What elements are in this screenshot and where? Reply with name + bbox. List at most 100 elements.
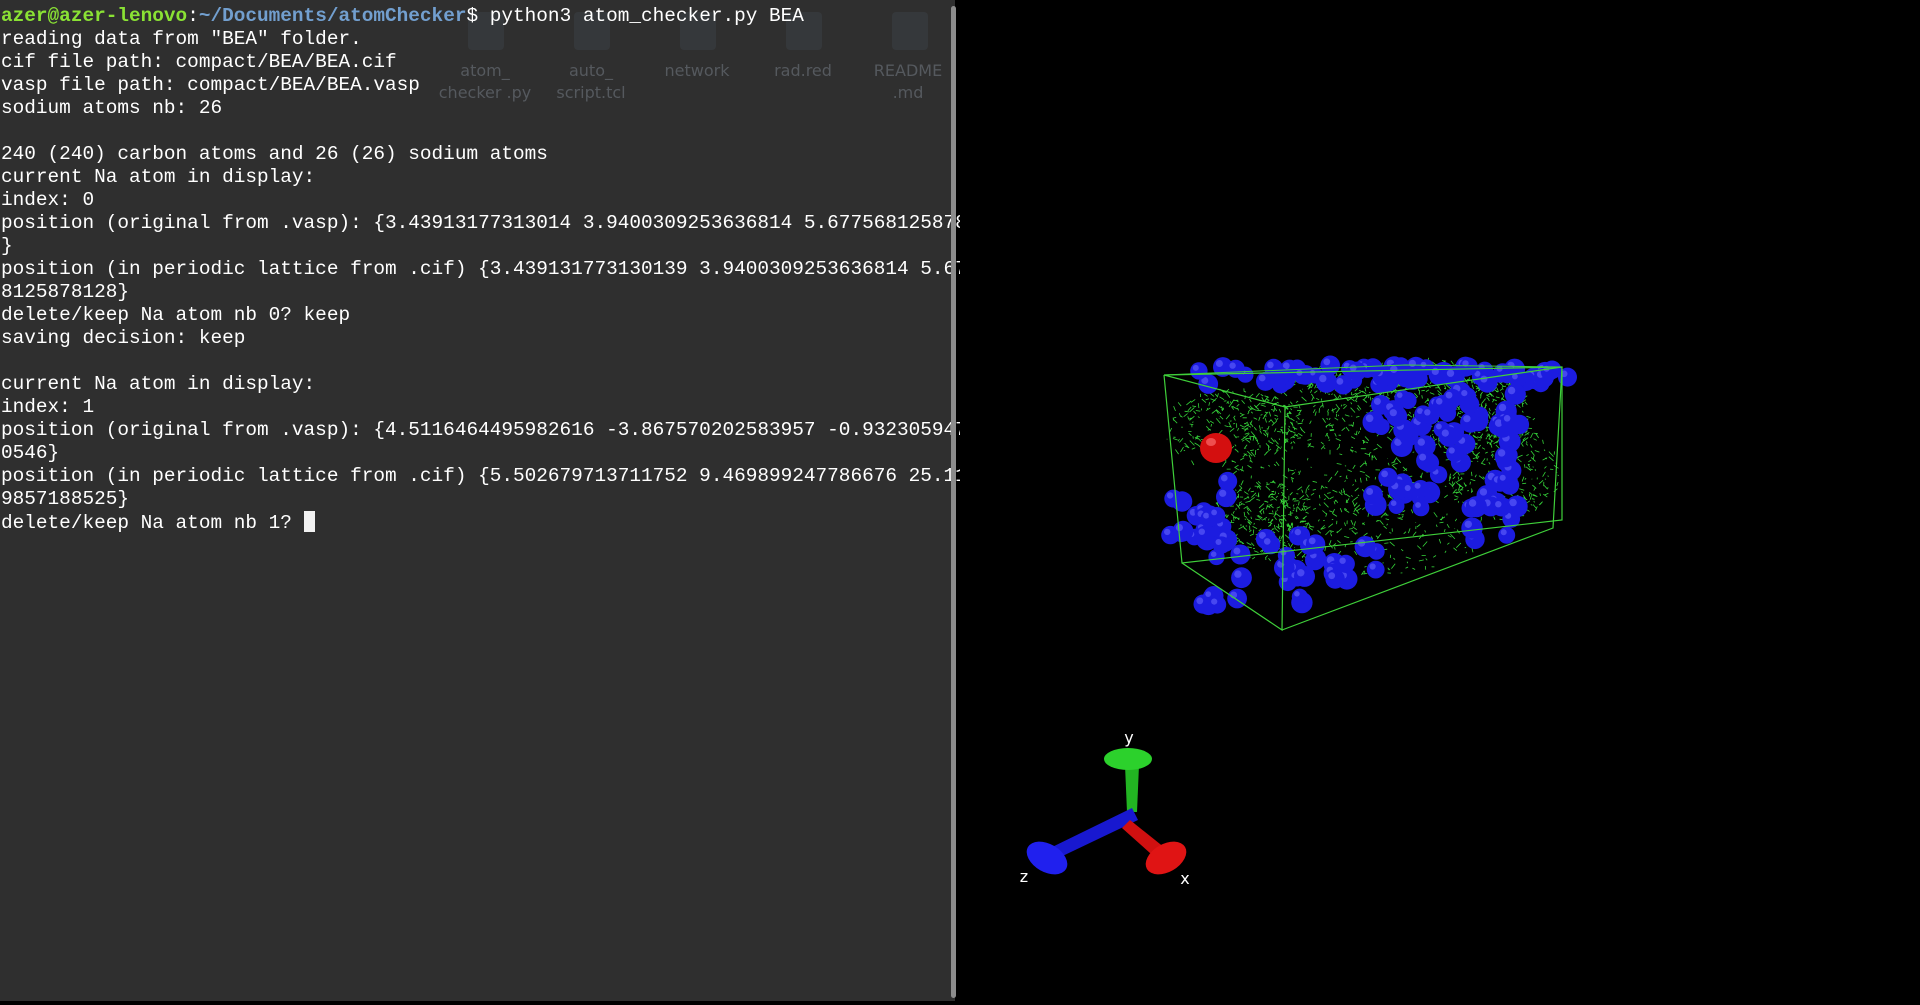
na-atom-highlight xyxy=(1339,557,1346,564)
na-atom-highlight xyxy=(1396,392,1403,398)
na-atom-highlight xyxy=(1463,415,1471,423)
na-atom xyxy=(1411,480,1430,498)
na-atom-highlight xyxy=(1258,374,1266,382)
terminal-line: index: 0 xyxy=(1,189,95,211)
na-atom xyxy=(1208,595,1227,614)
na-atom xyxy=(1277,546,1295,565)
terminal-line: reading data from "BEA" folder. xyxy=(1,28,362,50)
na-atom xyxy=(1261,535,1281,555)
terminal-line: delete/keep Na atom nb 0? keep xyxy=(1,304,351,326)
na-atom-highlight xyxy=(1349,364,1357,372)
na-atom xyxy=(1504,383,1526,405)
na-atom xyxy=(1208,507,1226,524)
terminal-scrollbar[interactable] xyxy=(951,6,956,998)
terminal-line: index: 1 xyxy=(1,396,95,418)
na-atom-highlight xyxy=(1417,438,1425,446)
na-atom-highlight xyxy=(1164,528,1171,536)
na-atom xyxy=(1264,358,1283,378)
na-atom-highlight xyxy=(1415,502,1421,508)
prompt-command: python3 atom_checker.py BEA xyxy=(478,5,804,27)
na-atom xyxy=(1477,372,1498,393)
viewer-canvas[interactable]: y z x xyxy=(960,0,1920,1001)
terminal-line: 240 (240) carbon atoms and 26 (26) sodiu… xyxy=(1,143,548,165)
na-atom-highlight xyxy=(1263,538,1271,545)
input-prompt: delete/keep Na atom nb 1? xyxy=(1,512,304,534)
na-atom xyxy=(1294,565,1315,587)
na-atom-highlight xyxy=(1203,512,1210,519)
na-atom-highlight xyxy=(1192,364,1199,371)
na-atom xyxy=(1492,498,1511,517)
y-axis-label: y xyxy=(1124,728,1133,747)
na-atom xyxy=(1366,560,1385,579)
na-atom-highlight xyxy=(1229,362,1236,369)
na-atom-highlight xyxy=(1219,489,1227,497)
na-atom-highlight xyxy=(1166,492,1174,499)
na-atom-highlight xyxy=(1503,415,1511,422)
na-atom-highlight xyxy=(1215,539,1222,545)
na-atom-highlight xyxy=(1196,597,1204,605)
na-atom-highlight xyxy=(1233,547,1241,555)
na-atom-highlight xyxy=(1211,509,1217,516)
selected-atom-highlight xyxy=(1206,438,1216,446)
na-atom-highlight xyxy=(1420,361,1427,368)
terminal-line: 9857188525} xyxy=(1,488,129,510)
na-atom-highlight xyxy=(1464,520,1472,528)
na-atom xyxy=(1416,450,1437,471)
terminal-line: position (original from .vasp): {3.43913… xyxy=(1,212,1002,234)
na-atom-highlight xyxy=(1404,485,1411,491)
na-atom xyxy=(1336,554,1355,574)
molecular-viewer[interactable]: y z x xyxy=(960,0,1920,1001)
na-atom-highlight xyxy=(1267,361,1274,369)
na-atom-highlight xyxy=(1499,474,1506,481)
zeolite-structure[interactable] xyxy=(1161,355,1577,632)
terminal-line: 8125878128} xyxy=(1,281,129,303)
na-atom xyxy=(1378,467,1398,487)
terminal-line: position (in periodic lattice from .cif)… xyxy=(1,465,1002,487)
na-atom xyxy=(1460,411,1481,433)
na-atom-highlight xyxy=(1198,528,1205,535)
na-atom xyxy=(1227,588,1247,609)
na-atom-highlight xyxy=(1369,563,1376,570)
na-atom-highlight xyxy=(1234,570,1242,578)
na-atom xyxy=(1216,486,1237,508)
na-atom xyxy=(1465,496,1487,518)
selected-atom-sphere[interactable] xyxy=(1200,433,1232,463)
na-atom xyxy=(1226,359,1245,378)
na-atom-highlight xyxy=(1468,499,1477,507)
na-atom-highlight xyxy=(1507,386,1516,395)
na-atom-highlight xyxy=(1365,414,1374,423)
na-atom-highlight xyxy=(1500,529,1507,536)
selected-na-atom[interactable] xyxy=(1200,433,1232,463)
terminal-window[interactable]: atom_ checker .py auto_ script.tcl netwo… xyxy=(0,0,1002,1001)
na-atom xyxy=(1540,363,1559,381)
na-atom xyxy=(1461,517,1483,539)
text-cursor[interactable] xyxy=(303,511,315,532)
na-atom xyxy=(1363,485,1383,505)
prompt-symbol: $ xyxy=(466,5,479,27)
na-atom-highlight xyxy=(1431,367,1439,375)
na-atom xyxy=(1305,534,1326,554)
prompt-separator: : xyxy=(187,5,199,27)
terminal-line: } xyxy=(1,235,13,257)
na-atom-highlight xyxy=(1205,591,1212,597)
na-atom-highlight xyxy=(1497,449,1506,457)
na-atom-highlight xyxy=(1211,598,1218,605)
na-atom-highlight xyxy=(1390,365,1398,373)
na-atom xyxy=(1497,472,1515,490)
terminal-line: saving decision: keep xyxy=(1,327,246,349)
na-atom-highlight xyxy=(1498,403,1507,412)
na-atom xyxy=(1498,526,1516,544)
na-atom-highlight xyxy=(1308,537,1316,545)
na-atom xyxy=(1291,588,1308,605)
na-atom-highlight xyxy=(1328,572,1336,580)
na-atom-highlight xyxy=(1390,500,1397,507)
na-atom xyxy=(1190,362,1208,380)
na-atom-highlight xyxy=(1448,447,1455,454)
terminal-line: current Na atom in display: xyxy=(1,166,316,188)
na-atom xyxy=(1501,412,1520,431)
na-atom xyxy=(1354,536,1376,558)
na-atom xyxy=(1412,499,1430,517)
terminal-line: 0546} xyxy=(1,442,60,464)
na-atom-highlight xyxy=(1319,374,1327,383)
na-atom-highlight xyxy=(1446,369,1455,377)
